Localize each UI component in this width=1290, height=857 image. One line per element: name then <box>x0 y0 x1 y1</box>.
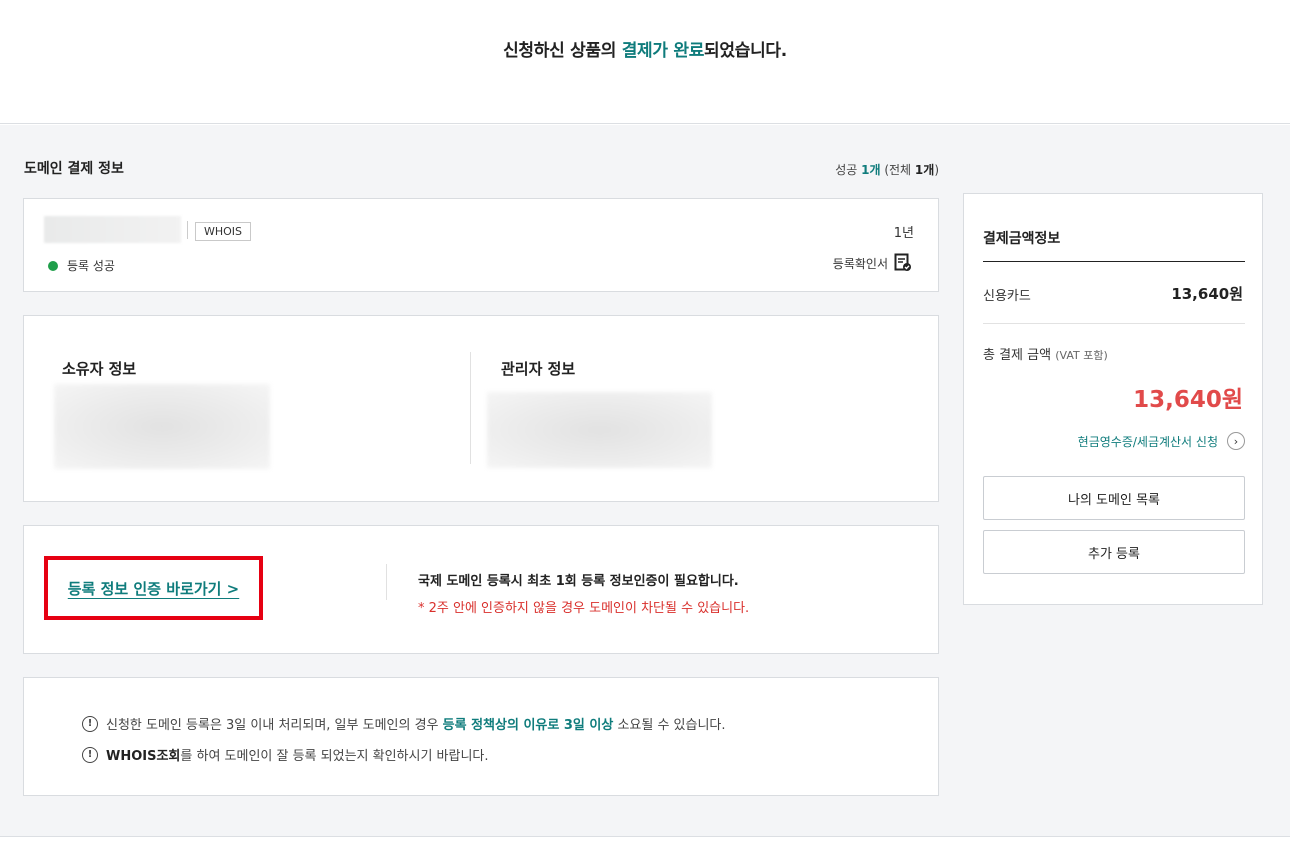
divider <box>386 564 387 600</box>
verification-card: 등록 정보 인증 바로가기 > 국제 도메인 등록시 최초 1회 등록 정보인증… <box>23 525 939 654</box>
add-registration-button[interactable]: 추가 등록 <box>983 530 1245 574</box>
owner-info-redacted <box>54 384 270 469</box>
payment-title: 결제금액정보 <box>983 231 1061 247</box>
exclamation-icon: ! <box>82 746 98 763</box>
exclamation-icon: ! <box>82 715 98 732</box>
certificate-link[interactable]: 등록확인서 <box>833 253 912 273</box>
admin-info-redacted <box>487 392 712 468</box>
verification-link[interactable]: 등록 정보 인증 바로가기 > <box>68 578 239 599</box>
registration-status: 등록 성공 <box>48 257 115 274</box>
divider <box>187 221 188 239</box>
completion-header: 신청하신 상품의 결제가 완료되었습니다. <box>0 0 1290 124</box>
payment-summary-card: 결제금액정보 신용카드 13,640원 총 결제 금액 (VAT 포함) 13,… <box>963 193 1263 605</box>
notice-item: ! WHOIS조회를 하여 도메인이 잘 등록 되었는지 확인하시기 바랍니다. <box>82 745 489 764</box>
my-domains-button[interactable]: 나의 도메인 목록 <box>983 476 1245 520</box>
success-count: 성공 1개 (전체 1개) <box>835 163 939 177</box>
verification-warning-text: * 2주 안에 인증하지 않을 경우 도메인이 차단될 수 있습니다. <box>418 601 750 616</box>
completion-title: 신청하신 상품의 결제가 완료되었습니다. <box>503 41 787 61</box>
verification-highlight: 등록 정보 인증 바로가기 > <box>44 556 263 620</box>
main-content: 도메인 결제 정보 성공 1개 (전체 1개) WHOIS 등록 성공 1년 등… <box>0 125 1290 837</box>
contact-info-card: 소유자 정보 관리자 정보 <box>23 315 939 502</box>
verification-requirement-text: 국제 도메인 등록시 최초 1회 등록 정보인증이 필요합니다. <box>418 574 739 589</box>
divider <box>983 261 1245 262</box>
notice-item: ! 신청한 도메인 등록은 3일 이내 처리되며, 일부 도메인의 경우 등록 … <box>82 714 726 733</box>
registration-period: 1년 <box>893 226 914 241</box>
domain-item-card: WHOIS 등록 성공 1년 등록확인서 <box>23 198 939 292</box>
divider <box>470 352 471 464</box>
chevron-right-icon: › <box>1227 432 1245 450</box>
notice-card: ! 신청한 도메인 등록은 3일 이내 처리되며, 일부 도메인의 경우 등록 … <box>23 677 939 796</box>
domain-name-redacted <box>44 216 181 243</box>
owner-info-title: 소유자 정보 <box>62 360 137 378</box>
status-dot-icon <box>48 260 58 271</box>
total-amount-label: 총 결제 금액 (VAT 포함) <box>983 348 1108 363</box>
divider <box>983 323 1245 324</box>
certificate-icon <box>894 253 911 271</box>
receipt-request-link[interactable]: 현금영수증/세금계산서 신청 › <box>1078 432 1245 450</box>
payment-method-label: 신용카드 <box>983 289 1031 304</box>
admin-info-title: 관리자 정보 <box>501 360 576 378</box>
total-amount: 13,640원 <box>1133 387 1243 413</box>
payment-method-amount: 13,640원 <box>1171 285 1243 303</box>
whois-button[interactable]: WHOIS <box>195 222 252 241</box>
domain-section-title: 도메인 결제 정보 <box>24 161 124 177</box>
